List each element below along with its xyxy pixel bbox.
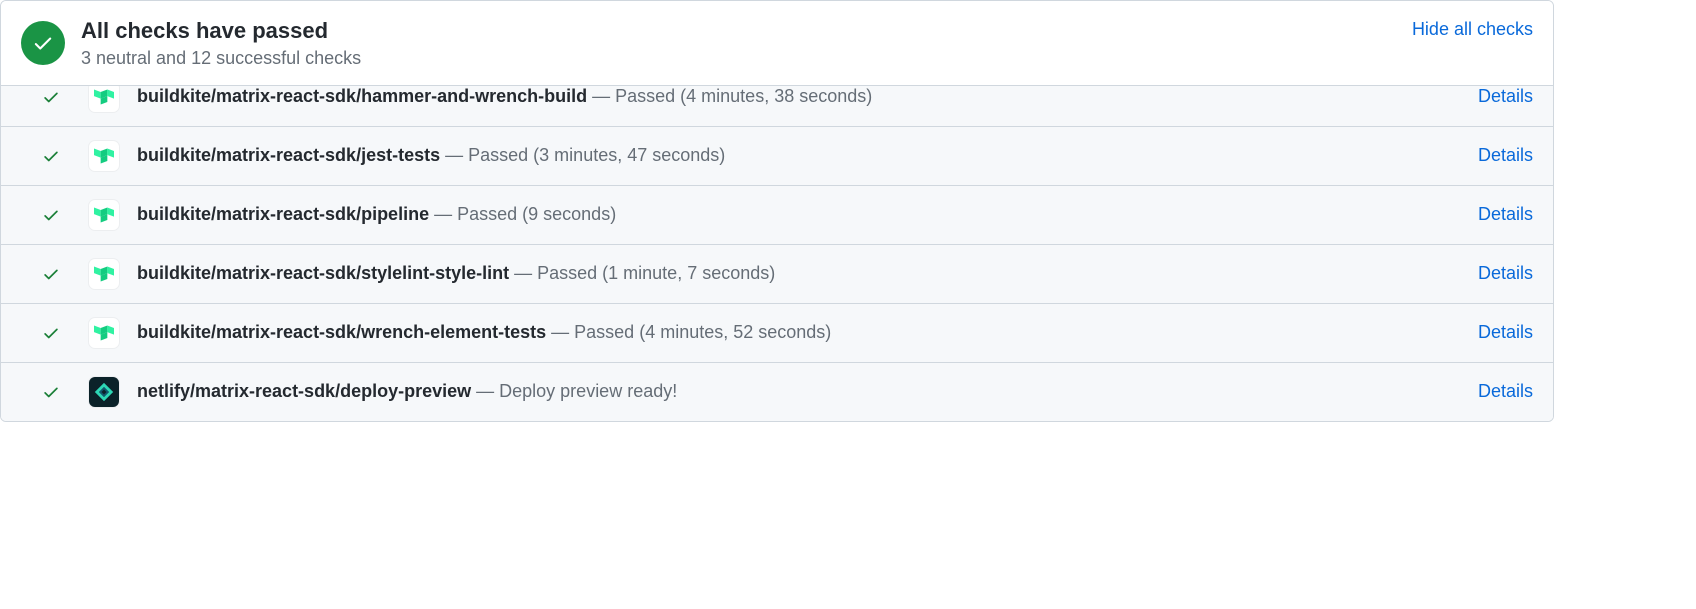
checks-header: All checks have passed 3 neutral and 12 … [1, 1, 1553, 86]
buildkite-icon [89, 259, 119, 289]
check-status: Passed (4 minutes, 38 seconds) [615, 86, 872, 106]
check-status: Passed (3 minutes, 47 seconds) [468, 145, 725, 165]
check-success-icon [41, 147, 61, 165]
check-success-icon [41, 383, 61, 401]
header-text-block: All checks have passed 3 neutral and 12 … [81, 17, 1412, 69]
check-status: Deploy preview ready! [499, 381, 677, 401]
check-text: buildkite/matrix-react-sdk/stylelint-sty… [137, 263, 1466, 284]
check-status: Passed (9 seconds) [457, 204, 616, 224]
details-link[interactable]: Details [1478, 263, 1533, 284]
check-sep: — [476, 381, 499, 401]
buildkite-icon [89, 318, 119, 348]
details-link[interactable]: Details [1478, 204, 1533, 225]
buildkite-icon [89, 200, 119, 230]
check-text: netlify/matrix-react-sdk/deploy-preview … [137, 381, 1466, 402]
check-success-icon [41, 88, 61, 106]
check-name: buildkite/matrix-react-sdk/stylelint-sty… [137, 263, 509, 283]
check-sep: — [514, 263, 537, 283]
check-text: buildkite/matrix-react-sdk/pipeline — Pa… [137, 204, 1466, 225]
details-link[interactable]: Details [1478, 145, 1533, 166]
check-row: netlify/matrix-react-sdk/deploy-preview … [1, 362, 1553, 421]
details-link[interactable]: Details [1478, 322, 1533, 343]
check-success-icon [41, 265, 61, 283]
check-text: buildkite/matrix-react-sdk/jest-tests — … [137, 145, 1466, 166]
checks-panel: All checks have passed 3 neutral and 12 … [0, 0, 1554, 422]
check-sep: — [434, 204, 457, 224]
buildkite-icon [89, 141, 119, 171]
check-row: buildkite/matrix-react-sdk/jest-tests — … [1, 126, 1553, 185]
check-name: buildkite/matrix-react-sdk/hammer-and-wr… [137, 86, 587, 106]
check-name: buildkite/matrix-react-sdk/wrench-elemen… [137, 322, 546, 342]
check-success-icon [41, 206, 61, 224]
check-success-icon [41, 324, 61, 342]
header-title: All checks have passed [81, 17, 1412, 46]
check-row: buildkite/matrix-react-sdk/pipeline — Pa… [1, 185, 1553, 244]
netlify-icon [89, 377, 119, 407]
check-status: Passed (4 minutes, 52 seconds) [574, 322, 831, 342]
check-sep: — [445, 145, 468, 165]
status-success-icon [21, 21, 65, 65]
check-sep: — [592, 86, 615, 106]
details-link[interactable]: Details [1478, 86, 1533, 107]
check-row: buildkite/matrix-react-sdk/stylelint-sty… [1, 244, 1553, 303]
check-name: buildkite/matrix-react-sdk/pipeline [137, 204, 429, 224]
header-subtitle: 3 neutral and 12 successful checks [81, 48, 1412, 69]
check-sep: — [551, 322, 574, 342]
check-row: buildkite/matrix-react-sdk/wrench-elemen… [1, 303, 1553, 362]
check-text: buildkite/matrix-react-sdk/hammer-and-wr… [137, 86, 1466, 107]
check-name: buildkite/matrix-react-sdk/jest-tests [137, 145, 440, 165]
checks-list: buildkite/matrix-react-sdk/hammer-and-wr… [1, 56, 1553, 421]
check-name: netlify/matrix-react-sdk/deploy-preview [137, 381, 471, 401]
hide-all-checks-link[interactable]: Hide all checks [1412, 19, 1533, 40]
check-status: Passed (1 minute, 7 seconds) [537, 263, 775, 283]
buildkite-icon [89, 82, 119, 112]
details-link[interactable]: Details [1478, 381, 1533, 402]
check-text: buildkite/matrix-react-sdk/wrench-elemen… [137, 322, 1466, 343]
